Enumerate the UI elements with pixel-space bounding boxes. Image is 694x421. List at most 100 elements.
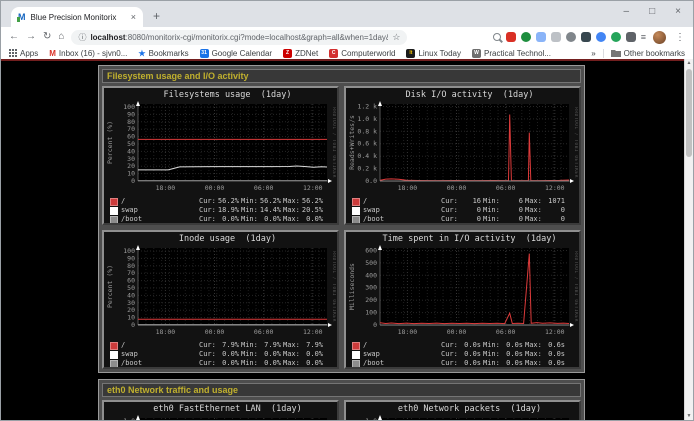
reload-button[interactable]: ↻ (43, 32, 51, 42)
legend-col: Cur: (441, 359, 459, 368)
window-close-button[interactable]: × (675, 6, 681, 17)
svg-text:40: 40 (127, 291, 135, 299)
bookmark-item[interactable]: MInbox (16) - sjvn0... (49, 49, 127, 58)
minimize-button[interactable]: – (624, 6, 630, 17)
legend-col: Max: (283, 206, 301, 215)
legend-value: 0.0% (259, 359, 281, 368)
legend-swatch (352, 216, 360, 224)
page-scrollbar[interactable]: ▲ ▼ (684, 59, 693, 420)
svg-text:60: 60 (127, 277, 135, 285)
apps-shortcut[interactable]: Apps (9, 49, 38, 58)
graph-eth0-fastethernet[interactable]: eth0 FastEthernet LAN (1day)1.00.9 (102, 400, 339, 420)
computerworld-icon: C (329, 49, 338, 58)
svg-text:18:00: 18:00 (156, 184, 176, 192)
svg-text:70: 70 (127, 269, 135, 277)
legend-value: 0.0% (259, 350, 281, 359)
legend-value: 20.5% (301, 206, 323, 215)
scroll-down-arrow[interactable]: ▼ (685, 413, 693, 419)
mail-extension-icon[interactable] (506, 32, 516, 42)
legend-col: Max: (283, 341, 301, 350)
graph-legend: /Cur:56.2%Min:56.2%Max:56.2%swapCur:18.9… (110, 197, 337, 224)
svg-text:0: 0 (131, 177, 135, 185)
url-host: localhost (90, 33, 125, 42)
search-extension-icon[interactable] (493, 33, 501, 41)
legend-value: 0 (459, 206, 481, 215)
dark-app-extension-icon[interactable] (581, 32, 591, 42)
pages-extension-icon[interactable] (536, 32, 546, 42)
svg-text:1.0: 1.0 (123, 417, 135, 420)
scroll-up-arrow[interactable]: ▲ (685, 60, 693, 66)
bookmark-label: Computerworld (341, 49, 395, 58)
bookmarks-overflow-chevron[interactable]: » (591, 49, 595, 58)
svg-text:00:00: 00:00 (205, 184, 225, 192)
profile-avatar[interactable] (653, 31, 666, 44)
speaker-extension-icon[interactable] (566, 32, 576, 42)
legend-col: Min: (483, 359, 501, 368)
legend-value: 56.2% (217, 197, 239, 206)
legend-col: Max: (283, 215, 301, 224)
forward-button[interactable]: → (26, 32, 36, 42)
graph-time-spent-io[interactable]: Time spent in I/O activity (1day)0100200… (344, 230, 581, 369)
legend-value: 0.0% (301, 350, 323, 359)
browser-menu-icon[interactable]: ⋮ (675, 32, 685, 43)
graph-eth0-network-packets[interactable]: eth0 Network packets (1day)1.0Packets/s (344, 400, 581, 420)
legend-value: 0 (543, 215, 565, 224)
graph-filesystems-usage[interactable]: Filesystems usage (1day)0102030405060708… (102, 86, 339, 225)
legend-value: 0.0s (501, 350, 523, 359)
svg-text:00:00: 00:00 (205, 328, 225, 336)
note-extension-icon[interactable] (551, 32, 561, 42)
svg-text:100: 100 (123, 247, 135, 255)
other-bookmarks[interactable]: Other bookmarks (611, 49, 685, 58)
tune-icon[interactable]: ≡ (641, 32, 646, 42)
other-bookmarks-label: Other bookmarks (624, 49, 685, 58)
bookmark-star-icon[interactable]: ☆ (392, 32, 400, 43)
section-filesystem: Filesystem usage and I/O activity Filesy… (98, 65, 585, 373)
legend-swatch (110, 207, 118, 215)
legend-col: Max: (283, 350, 301, 359)
bookmark-item[interactable]: ltLinux Today (406, 49, 461, 58)
chat-extension-icon[interactable] (596, 32, 606, 42)
new-tab-button[interactable]: + (153, 9, 160, 23)
home-button[interactable]: ⌂ (58, 32, 64, 42)
scrollbar-thumb[interactable] (686, 69, 692, 157)
green-circle-extension-icon[interactable] (611, 32, 621, 42)
maximize-button[interactable]: □ (649, 6, 655, 17)
svg-text:1.2 k: 1.2 k (357, 103, 377, 111)
svg-text:12:00: 12:00 (545, 328, 565, 336)
graph-inode-usage[interactable]: Inode usage (1day)0102030405060708090100… (102, 230, 339, 369)
bookmark-item[interactable]: ★Bookmarks (138, 49, 188, 58)
svg-text:18:00: 18:00 (156, 328, 176, 336)
bookmark-item[interactable]: 31Google Calendar (200, 49, 272, 58)
bookmark-label: Practical Technol... (484, 49, 551, 58)
browser-tab[interactable]: M Blue Precision Monitorix × (11, 7, 143, 27)
svg-text:50: 50 (127, 284, 135, 292)
bookmarks-divider (603, 49, 604, 58)
legend-swatch (352, 360, 360, 368)
legend-col: Min: (241, 341, 259, 350)
bookmark-label: ZDNet (295, 49, 318, 58)
graph-disk-io-activity[interactable]: Disk I/O activity (1day)0.00.2 k0.4 k0.6… (344, 86, 581, 225)
green-badge-extension-icon[interactable] (521, 32, 531, 42)
svg-text:80: 80 (127, 118, 135, 126)
extensions-puzzle-icon[interactable] (626, 32, 636, 42)
legend-value: 0 (459, 215, 481, 224)
bookmark-label: Google Calendar (212, 49, 272, 58)
bookmark-item[interactable]: CComputerworld (329, 49, 395, 58)
legend-value: 14.4% (259, 206, 281, 215)
legend-col: Cur: (441, 341, 459, 350)
legend-col: Min: (483, 350, 501, 359)
site-info-icon[interactable]: ⓘ (78, 32, 86, 43)
bookmark-item[interactable]: WPractical Technol... (472, 49, 551, 58)
legend-value: 0.0% (301, 359, 323, 368)
omnibox[interactable]: ⓘ localhost:8080/monitorix-cgi/monitorix… (71, 30, 407, 45)
bookmark-item[interactable]: ZZDNet (283, 49, 318, 58)
svg-text:100: 100 (365, 309, 377, 317)
back-button[interactable]: ← (9, 32, 19, 42)
bookmark-items: MInbox (16) - sjvn0... ★Bookmarks 31Google… (49, 49, 551, 58)
star-icon: ★ (138, 49, 145, 58)
svg-text:1.0: 1.0 (365, 417, 377, 420)
legend-value: 16 (459, 197, 481, 206)
svg-text:80: 80 (127, 262, 135, 270)
legend-label: /boot (363, 359, 441, 368)
tab-close-icon[interactable]: × (131, 12, 136, 22)
